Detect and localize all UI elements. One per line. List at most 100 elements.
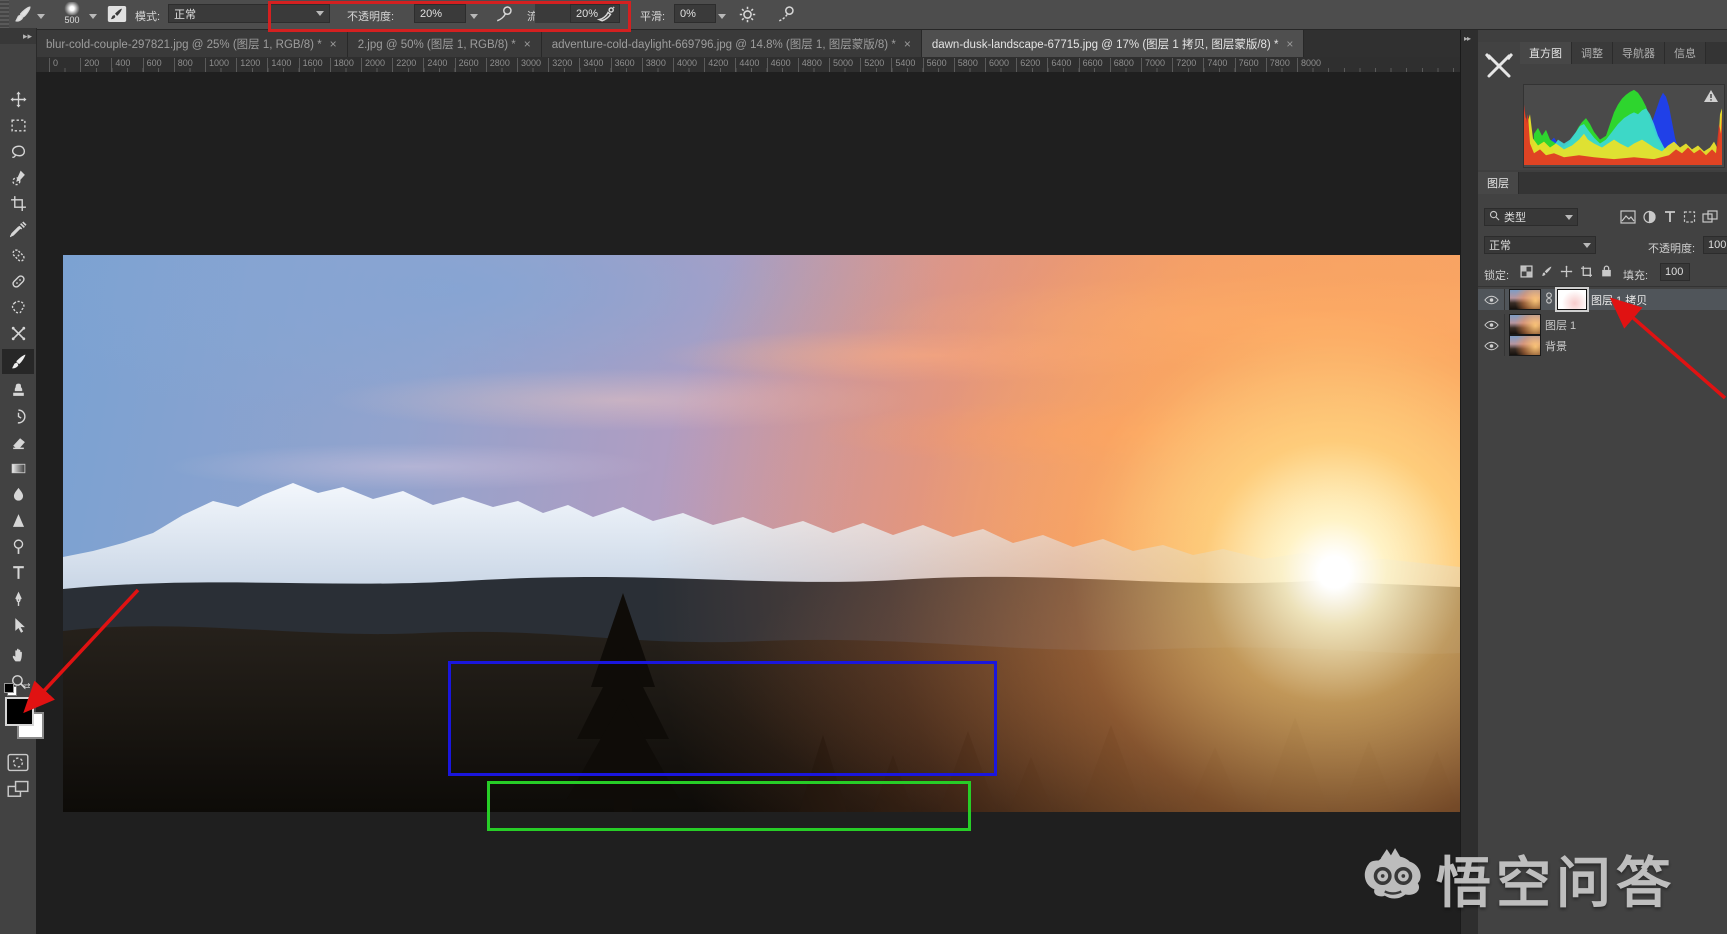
- tab-dawn-dusk-landscape[interactable]: dawn-dusk-landscape-67715.jpg @ 17% (图层 …: [922, 30, 1305, 57]
- close-icon[interactable]: ×: [904, 38, 911, 50]
- lock-transparency-icon[interactable]: [1520, 265, 1533, 281]
- foreground-color-swatch[interactable]: [5, 697, 34, 726]
- brush-tool-preset-icon[interactable]: [13, 5, 33, 26]
- tab-histogram[interactable]: 直方图: [1520, 42, 1572, 64]
- blend-mode-dropdown[interactable]: 正常: [1484, 236, 1596, 254]
- red-highlight-annotation: [268, 1, 631, 32]
- canvas-pasteboard[interactable]: [36, 72, 1460, 934]
- lock-all-icon[interactable]: [1600, 264, 1613, 281]
- healing-brush-tool[interactable]: [2, 269, 34, 294]
- brush-picker-chevron[interactable]: [89, 10, 97, 22]
- lock-position-icon[interactable]: [1560, 265, 1573, 281]
- search-icon: [1489, 210, 1500, 224]
- visibility-eye-icon[interactable]: [1478, 314, 1505, 335]
- tab-title: dawn-dusk-landscape-67715.jpg @ 17% (图层 …: [932, 36, 1279, 52]
- layer-thumbnail[interactable]: [1509, 335, 1541, 356]
- content-aware-move-tool[interactable]: [2, 321, 34, 346]
- rectangular-marquee-tool[interactable]: [2, 113, 34, 138]
- blend-chevron-icon: [1583, 243, 1591, 248]
- tab-2jpg[interactable]: 2.jpg @ 50% (图层 1, RGB/8) * ×: [348, 30, 542, 57]
- filter-smart-object-icon[interactable]: [1702, 210, 1718, 227]
- warning-icon: [1703, 89, 1719, 106]
- clone-stamp-tool[interactable]: [2, 377, 34, 402]
- fill-label: 填充:: [1623, 267, 1648, 283]
- crop-tool[interactable]: [2, 191, 34, 216]
- type-tool[interactable]: [2, 560, 34, 585]
- layer-name[interactable]: 图层 1: [1545, 317, 1576, 333]
- horizontal-ruler: 0200400600800100012001400160018002000220…: [36, 57, 1460, 73]
- layer-thumbnail[interactable]: [1509, 314, 1541, 335]
- spot-healing-brush-tool[interactable]: [2, 243, 34, 268]
- close-icon[interactable]: ×: [330, 38, 337, 50]
- sharpen-tool[interactable]: [2, 508, 34, 533]
- quick-selection-tool[interactable]: [2, 165, 34, 190]
- brush-tool[interactable]: [2, 349, 34, 374]
- tab-info[interactable]: 信息: [1665, 42, 1706, 64]
- layer-name[interactable]: 图层 1 拷贝: [1591, 292, 1647, 308]
- histogram-panel-group: 直方图 调整 导航器 信息: [1478, 42, 1727, 170]
- tab-adventure-cold-daylight[interactable]: adventure-cold-daylight-669796.jpg @ 14.…: [542, 30, 922, 57]
- crossed-brushes-icon[interactable]: [1484, 52, 1514, 83]
- eraser-tool[interactable]: [2, 430, 34, 455]
- blur-tool[interactable]: [2, 482, 34, 507]
- smoothing-label: 平滑:: [640, 8, 665, 24]
- layer-opacity-label: 不透明度:: [1648, 240, 1695, 256]
- layers-panel-group: 图层 类型 正常 不透明度: 100 锁定:: [1478, 172, 1727, 934]
- layer-row-1[interactable]: 图层 1: [1478, 314, 1727, 335]
- layers-tab-bar: 图层: [1478, 172, 1727, 194]
- fill-value: 100: [1665, 266, 1683, 278]
- tab-navigator[interactable]: 导航器: [1613, 42, 1665, 64]
- tab-title: blur-cold-couple-297821.jpg @ 25% (图层 1,…: [46, 36, 322, 52]
- hand-tool[interactable]: [2, 642, 34, 667]
- move-tool[interactable]: [2, 87, 34, 112]
- eyedropper-tool[interactable]: [2, 217, 34, 242]
- tab-blur-cold-couple[interactable]: blur-cold-couple-297821.jpg @ 25% (图层 1,…: [36, 30, 348, 57]
- gradient-tool[interactable]: [2, 456, 34, 481]
- visibility-eye-icon[interactable]: [1478, 335, 1505, 356]
- lock-artboard-icon[interactable]: [1580, 265, 1593, 281]
- layer-row-background[interactable]: 背景: [1478, 335, 1727, 356]
- panel-dock-divider[interactable]: ▸▸: [1460, 30, 1479, 934]
- layer-opacity-field[interactable]: 100: [1703, 236, 1727, 254]
- layer-mask-thumbnail[interactable]: [1557, 289, 1587, 310]
- default-colors-icon[interactable]: [4, 683, 17, 696]
- tool-preset-chevron[interactable]: [37, 10, 45, 22]
- visibility-eye-icon[interactable]: [1478, 289, 1505, 310]
- mask-link-icon[interactable]: [1545, 292, 1553, 307]
- layer-row-copy[interactable]: 图层 1 拷贝: [1478, 289, 1727, 310]
- options-bar-grip[interactable]: [0, 0, 9, 29]
- path-selection-tool[interactable]: [2, 613, 34, 638]
- close-icon[interactable]: ×: [1286, 38, 1293, 50]
- smoothing-chevron[interactable]: [718, 10, 726, 22]
- history-brush-tool[interactable]: [2, 404, 34, 429]
- mode-value: 正常: [174, 6, 196, 22]
- dodge-tool[interactable]: [2, 534, 34, 559]
- fill-field[interactable]: 100: [1660, 263, 1690, 281]
- quick-mask-icon[interactable]: [7, 753, 29, 775]
- layer-thumbnail[interactable]: [1509, 289, 1541, 310]
- lasso-tool[interactable]: [2, 139, 34, 164]
- gear-icon[interactable]: [738, 5, 757, 27]
- smoothing-field[interactable]: 0%: [674, 4, 716, 23]
- tab-adjustments[interactable]: 调整: [1572, 42, 1613, 64]
- layer-name[interactable]: 背景: [1545, 338, 1567, 354]
- tab-label: 直方图: [1529, 45, 1562, 61]
- toolbar-collapse-icon[interactable]: ▸▸: [0, 28, 36, 44]
- panel-column: 直方图 调整 导航器 信息 图层: [1478, 30, 1727, 934]
- patch-tool[interactable]: [2, 295, 34, 320]
- tab-layers[interactable]: 图层: [1478, 172, 1519, 194]
- filter-adjustment-layers-icon[interactable]: [1642, 210, 1657, 227]
- lock-pixels-icon[interactable]: [1540, 265, 1553, 281]
- filter-shape-layers-icon[interactable]: [1682, 210, 1697, 227]
- pen-tool[interactable]: [2, 586, 34, 611]
- layer-filter-dropdown[interactable]: 类型: [1484, 208, 1578, 226]
- filter-image-layers-icon[interactable]: [1620, 210, 1636, 227]
- toggle-brush-panel-icon[interactable]: [106, 4, 128, 27]
- pressure-size-icon[interactable]: [776, 5, 796, 26]
- brush-preset-picker[interactable]: 500: [58, 1, 86, 28]
- collapse-panels-icon[interactable]: ▸▸: [1464, 34, 1470, 43]
- swap-colors-icon[interactable]: ⇄: [23, 681, 31, 692]
- filter-type-layers-icon[interactable]: [1663, 210, 1677, 227]
- close-icon[interactable]: ×: [524, 38, 531, 50]
- screen-mode-icon[interactable]: [7, 780, 29, 802]
